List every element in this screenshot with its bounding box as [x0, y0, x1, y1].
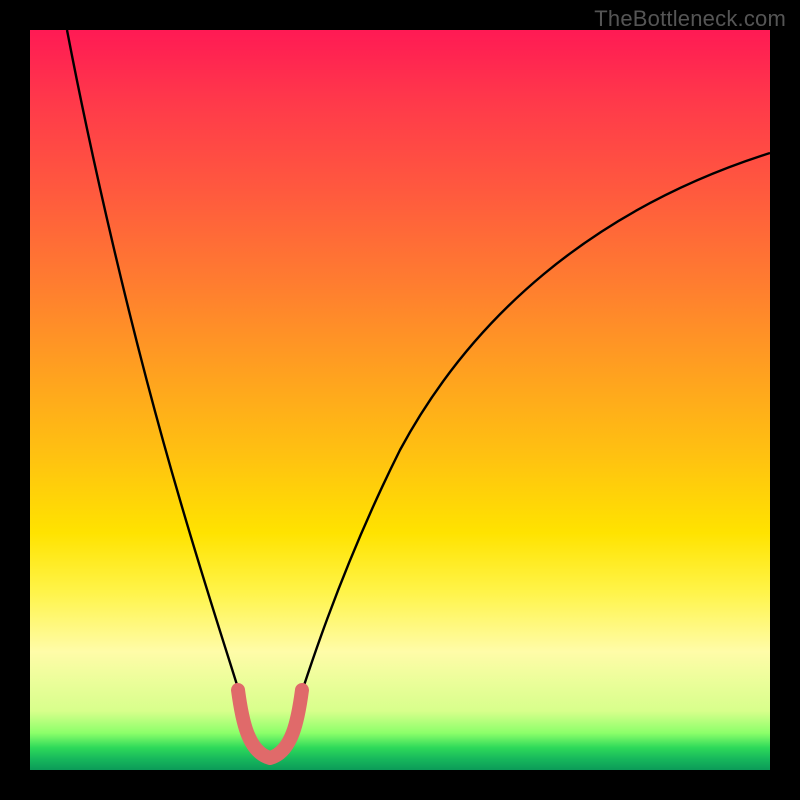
bottleneck-curve [30, 30, 770, 770]
watermark-text: TheBottleneck.com [594, 6, 786, 32]
chart-frame: TheBottleneck.com [0, 0, 800, 800]
plot-area [30, 30, 770, 770]
left-branch [67, 30, 255, 745]
right-branch [285, 153, 770, 745]
trough-u-marker [238, 690, 302, 758]
